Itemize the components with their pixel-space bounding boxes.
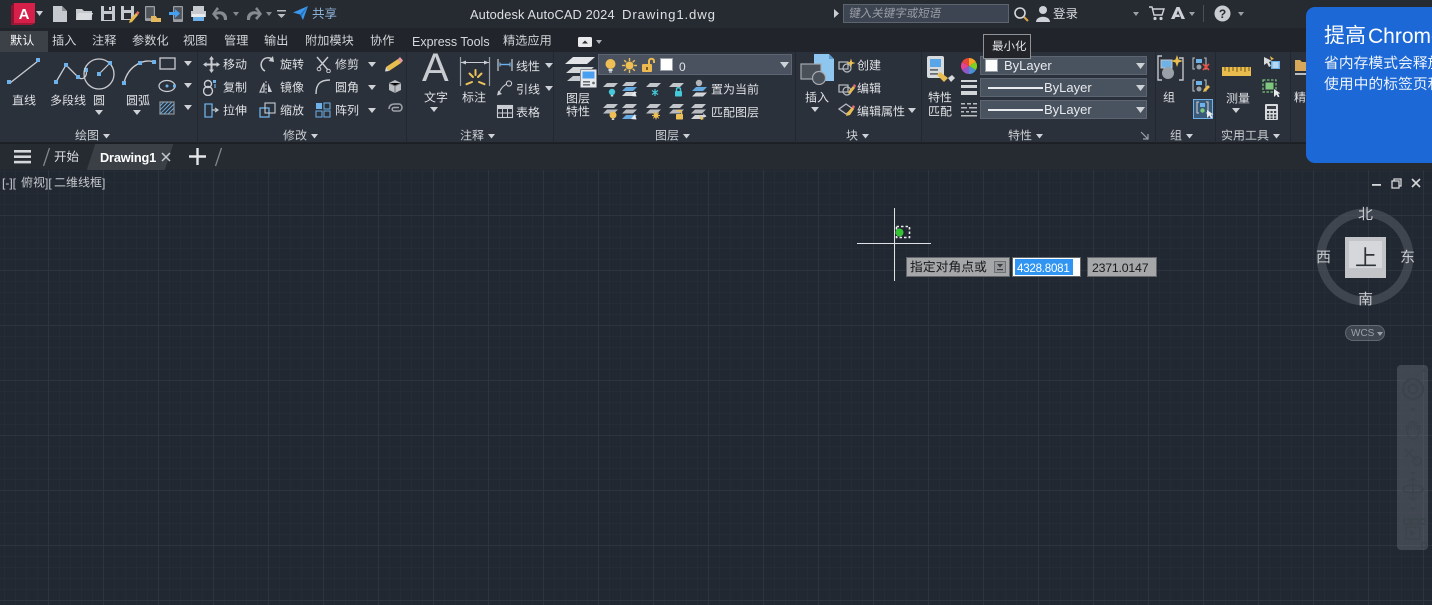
svg-text:A: A [19, 6, 30, 23]
svg-text:?: ? [1219, 7, 1226, 21]
